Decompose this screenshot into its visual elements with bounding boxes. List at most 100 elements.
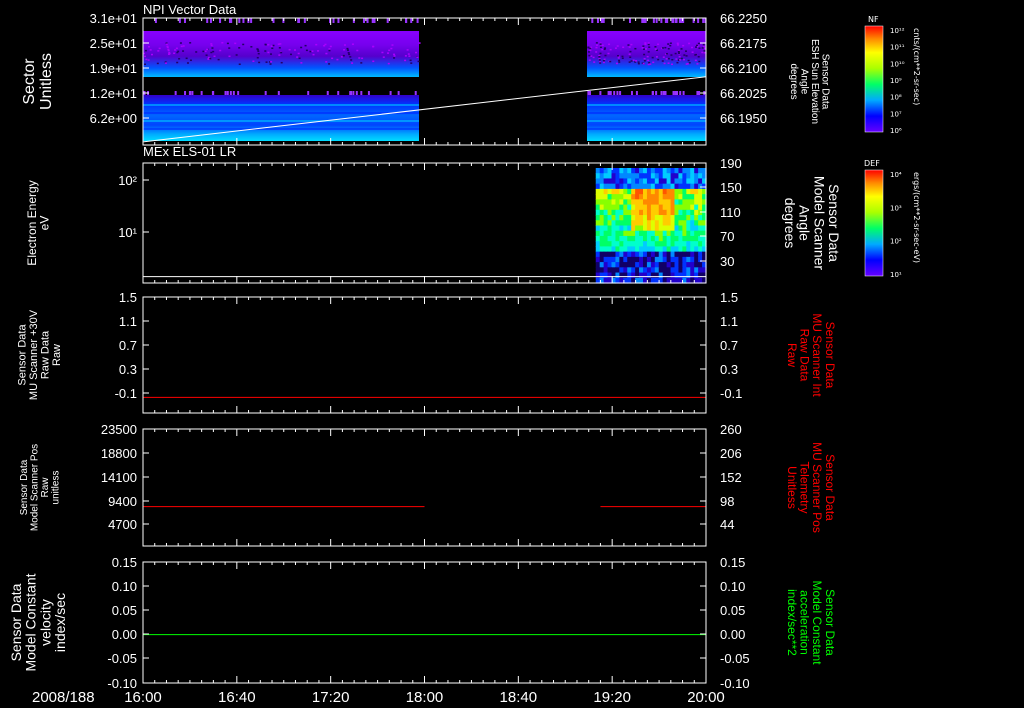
npi-speckle <box>649 63 652 65</box>
npi-speckle <box>312 53 315 56</box>
els-pixel <box>603 235 609 242</box>
els-pixel <box>615 188 620 195</box>
els-pixel <box>619 262 624 268</box>
npi-spike <box>672 18 675 23</box>
els-pixel <box>670 178 676 185</box>
els-pixel <box>654 230 660 237</box>
npi-spike <box>655 91 658 95</box>
els-pixel <box>658 235 664 242</box>
npi-spike <box>676 91 679 95</box>
npi-speckle <box>628 53 631 55</box>
els-pixel <box>623 183 628 190</box>
els-pixel <box>603 183 609 190</box>
npi-speckle <box>642 48 645 50</box>
els-pixel <box>599 246 605 253</box>
els-pixel <box>619 199 624 206</box>
npi-speckle <box>634 47 637 50</box>
els-pixel <box>631 215 636 221</box>
npi-speckle <box>157 50 160 52</box>
npi-speckle <box>144 55 147 58</box>
els-pixel <box>690 168 695 174</box>
npi-speckle <box>703 50 706 52</box>
els-pixel <box>662 272 668 279</box>
els-pixel <box>627 251 632 258</box>
npi-speckle <box>622 46 625 49</box>
right-tick-label: -0.1 <box>720 386 742 401</box>
els-pixel <box>619 225 624 232</box>
els-pixel <box>615 251 620 258</box>
els-pixel <box>650 194 656 200</box>
els-pixel <box>678 188 683 195</box>
npi-spike <box>697 18 700 23</box>
els-pixel <box>686 272 691 279</box>
els-pixel <box>674 168 680 174</box>
npi-speckle <box>278 47 281 49</box>
left-tick-label: 0.15 <box>112 555 137 570</box>
npi-speckle <box>670 63 673 66</box>
els-pixel <box>646 220 652 227</box>
els-pixel <box>646 230 652 237</box>
els-pixel <box>698 199 703 206</box>
npi-speckle <box>661 60 664 62</box>
npi-speckle <box>296 56 299 58</box>
right-axis-label-line: Unitless <box>785 466 799 509</box>
els-pixel <box>635 173 640 180</box>
els-pixel <box>615 267 620 274</box>
els-pixel <box>599 204 605 211</box>
npi-speckle <box>593 61 596 63</box>
npi-speckle <box>595 51 598 53</box>
npi-speckle <box>630 60 633 62</box>
els-pixel <box>611 188 617 195</box>
els-pixel <box>627 194 632 200</box>
els-pixel <box>619 168 624 174</box>
els-pixel <box>654 262 660 268</box>
npi-speckle <box>211 47 214 49</box>
els-pixel <box>595 267 601 274</box>
npi-speckle <box>164 62 167 64</box>
right-tick-label: 98 <box>720 494 734 509</box>
els-pixel <box>639 209 644 216</box>
npi-spike <box>682 91 685 95</box>
npi-speckle <box>182 45 185 47</box>
npi-spike <box>397 91 400 95</box>
els-pixel <box>694 168 699 174</box>
npi-spike <box>410 18 413 23</box>
els-pixel <box>595 178 601 185</box>
els-pixel <box>650 246 656 253</box>
els-pixel <box>623 262 628 268</box>
els-pixel <box>631 188 636 195</box>
els-pixel <box>682 178 687 185</box>
els-pixel <box>642 256 648 263</box>
els-pixel <box>607 230 613 237</box>
npi-speckle <box>298 57 301 60</box>
els-pixel <box>682 199 687 206</box>
els-pixel <box>607 194 613 200</box>
els-pixel <box>654 267 660 274</box>
els-pixel <box>682 204 687 211</box>
els-pixel <box>666 251 672 258</box>
els-pixel <box>694 267 699 274</box>
els-pixel <box>658 168 664 174</box>
npi-speckle <box>202 50 205 53</box>
npi-speckle <box>393 57 396 59</box>
npi-spike <box>599 91 602 95</box>
npi-speckle <box>676 42 679 45</box>
els-pixel <box>646 209 652 216</box>
els-pixel <box>646 256 652 263</box>
npi-spike <box>206 18 209 23</box>
npi-speckle <box>680 57 683 60</box>
right-tick-label: 0.05 <box>720 603 745 618</box>
els-pixel <box>607 235 613 242</box>
npi-speckle <box>667 43 670 45</box>
els-pixel <box>599 183 605 190</box>
els-pixel <box>603 262 609 268</box>
npi-speckle <box>695 46 698 48</box>
npi-speckle <box>269 63 272 65</box>
els-pixel <box>670 230 676 237</box>
els-pixel <box>674 267 680 274</box>
npi-speckle <box>589 49 592 51</box>
els-pixel <box>674 256 680 263</box>
npi-spike <box>272 18 275 23</box>
els-pixel <box>682 188 687 195</box>
els-pixel <box>670 251 676 258</box>
